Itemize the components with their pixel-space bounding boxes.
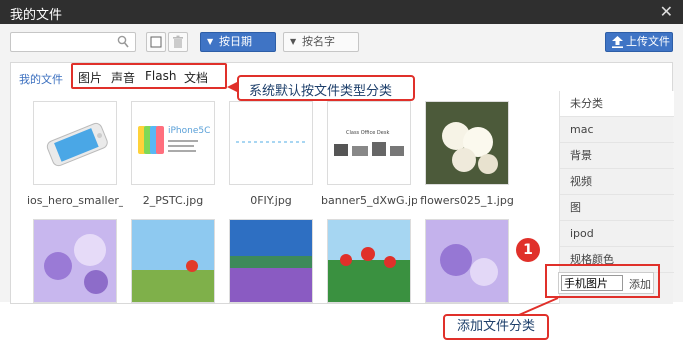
tabs-highlight-box [71, 63, 227, 89]
trash-icon [173, 35, 183, 48]
checkbox-icon [150, 36, 162, 48]
tulips-image [328, 220, 410, 302]
file-name: flowers025_1.jpg [420, 194, 514, 207]
search-icon[interactable] [117, 35, 129, 49]
file-name: ios_hero_smaller_ [27, 194, 123, 207]
sort-by-name-button[interactable]: ▼ 按名字 [283, 32, 359, 52]
caret-down-icon: ▼ [290, 37, 297, 46]
category-item[interactable]: 视频 [560, 169, 674, 195]
file-thumb[interactable]: Class Office Desk [327, 101, 411, 185]
callout-add-category: 添加文件分类 [443, 314, 549, 340]
file-thumb[interactable] [229, 101, 313, 185]
thumb-text: Class Office Desk [346, 130, 390, 136]
file-thumb[interactable] [327, 219, 411, 303]
sky-field-image [132, 220, 214, 302]
window-title: 我的文件 [10, 8, 63, 23]
delete-button[interactable] [168, 32, 188, 52]
add-category-highlight-box [545, 264, 660, 298]
callout-tabs: 系统默认按文件类型分类 [237, 75, 415, 101]
file-thumb[interactable] [131, 219, 215, 303]
file-name: banner5_dXwG.jpg [321, 194, 417, 207]
search-input[interactable] [11, 33, 111, 51]
step-badge: 1 [516, 238, 540, 262]
search-box [10, 32, 136, 52]
office-desk-image [328, 102, 410, 184]
iphone5c-image [132, 102, 214, 184]
category-item[interactable]: 未分类 [560, 91, 674, 117]
tab-my-files[interactable]: 我的文件 [19, 71, 63, 87]
thumb-text: iPhone5C [168, 126, 211, 136]
select-all-checkbox[interactable] [146, 32, 166, 52]
file-thumb[interactable] [425, 219, 509, 303]
file-dialog: ▼ 按日期 ▼ 按名字 上传文件 我的文件 图片 声音 Flash 文档 系统默… [0, 24, 683, 304]
lavender-field-image [230, 220, 312, 302]
upload-button[interactable]: 上传文件 [605, 32, 673, 52]
sort-by-name-label: 按名字 [302, 35, 335, 48]
purple-flowers-image [426, 220, 508, 302]
iphone-image [34, 102, 116, 184]
title-bar: 我的文件 ✕ [0, 0, 683, 24]
sort-by-date-button[interactable]: ▼ 按日期 [200, 32, 276, 52]
category-item[interactable]: 背景 [560, 143, 674, 169]
upload-label: 上传文件 [626, 35, 670, 48]
category-item[interactable]: mac [560, 117, 674, 143]
category-item[interactable]: ipod [560, 221, 674, 247]
banner-image [230, 102, 312, 184]
purple-flowers-image [34, 220, 116, 302]
category-item[interactable]: 图 [560, 195, 674, 221]
file-thumb[interactable] [33, 219, 117, 303]
caret-down-icon: ▼ [207, 37, 214, 46]
upload-icon [612, 36, 623, 48]
file-thumb[interactable] [33, 101, 117, 185]
file-thumb[interactable]: iPhone5C [131, 101, 215, 185]
file-thumb[interactable] [425, 101, 509, 185]
file-name: 0FIY.jpg [250, 194, 292, 207]
close-icon[interactable]: ✕ [660, 2, 673, 21]
white-roses-image [426, 102, 508, 184]
sort-by-date-label: 按日期 [219, 35, 252, 48]
file-thumb[interactable] [229, 219, 313, 303]
file-name: 2_PSTC.jpg [142, 194, 204, 207]
